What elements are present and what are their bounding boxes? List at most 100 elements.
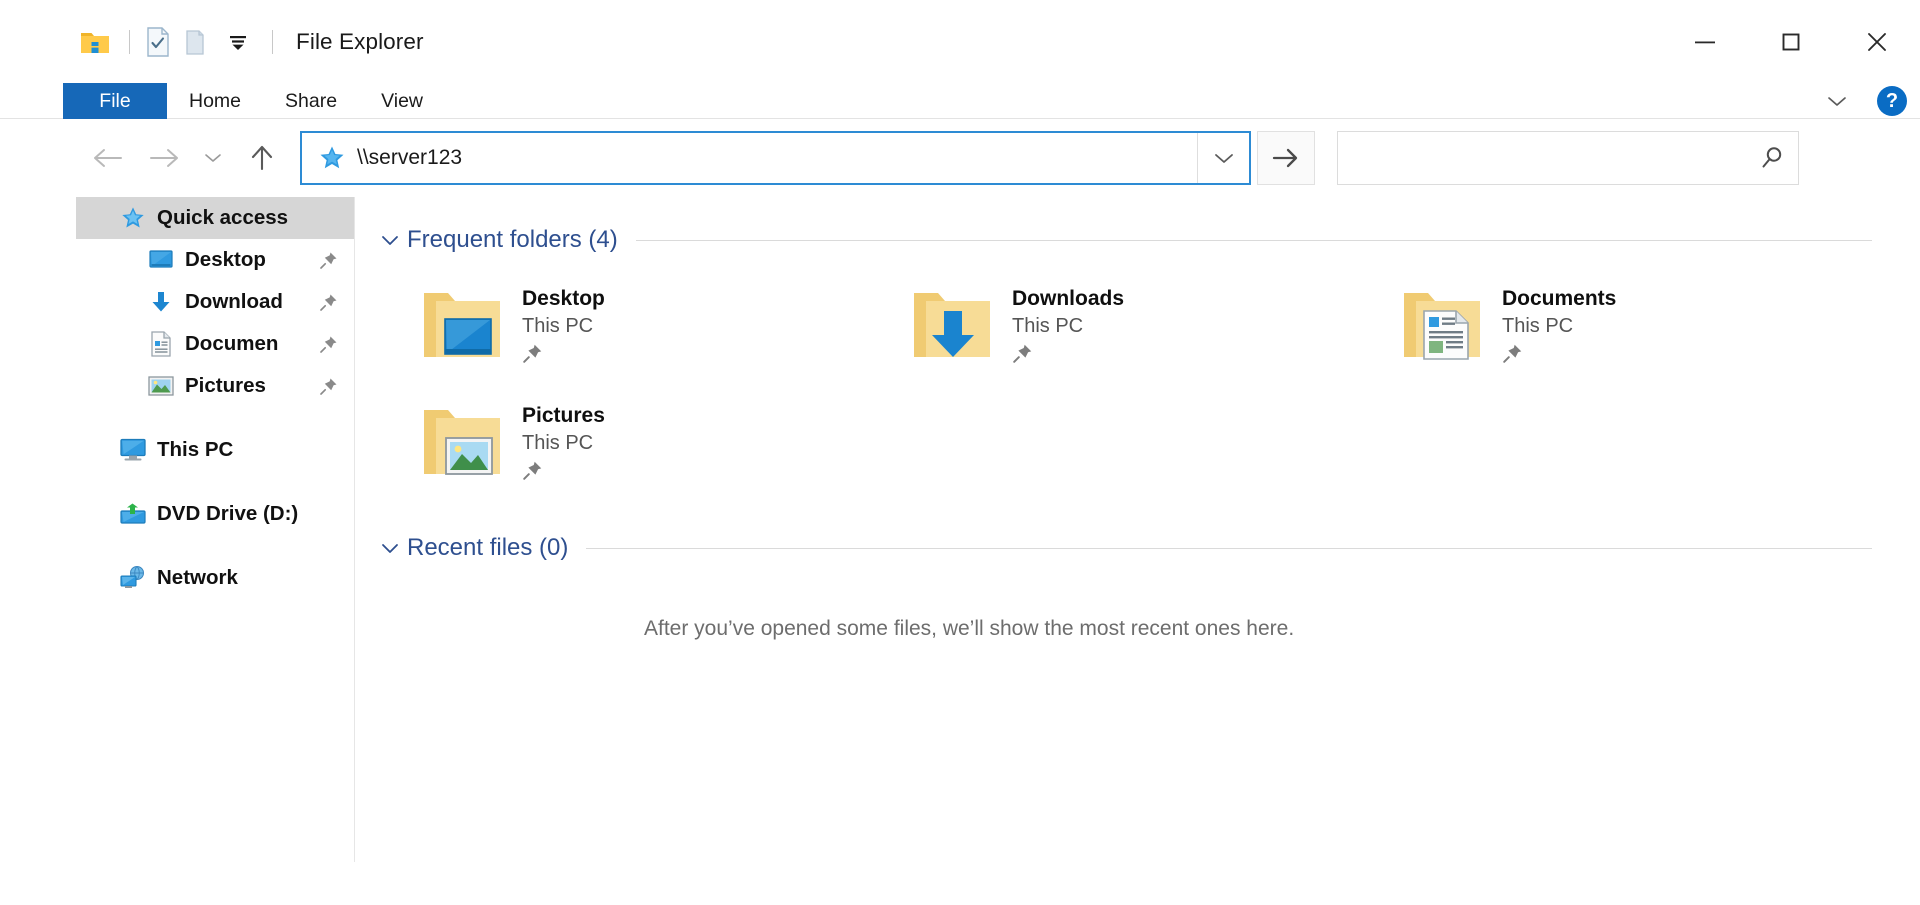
recent-files-title: Recent files (0) [407, 534, 569, 561]
content-pane: Frequent folders (4) Desktop This PC Dow… [356, 197, 1920, 862]
tab-view[interactable]: View [359, 83, 445, 119]
sidebar-item-this-pc[interactable]: This PC [76, 429, 354, 471]
sidebar-item-dvd-drive[interactable]: DVD Drive (D:) [76, 493, 354, 535]
pin-icon[interactable] [318, 249, 340, 271]
folder-tile-location: This PC [522, 315, 594, 337]
sidebar-item-label: Documen [185, 332, 279, 355]
help-button[interactable]: ? [1864, 83, 1920, 119]
sidebar-item-label: Quick access [157, 206, 289, 229]
folder-documents-icon [1394, 279, 1490, 371]
qat-separator-2 [272, 29, 273, 54]
sidebar-item-label: Desktop [185, 248, 266, 271]
pin-icon[interactable] [318, 291, 340, 313]
folder-tile-name: Documents [1502, 287, 1617, 310]
pin-icon[interactable] [318, 375, 340, 397]
frequent-folders-title: Frequent folders (4) [407, 226, 618, 253]
help-icon: ? [1877, 86, 1907, 116]
customize-qat-icon[interactable] [221, 25, 255, 59]
ribbon-tabs: File Home Share View [63, 83, 445, 119]
pin-icon[interactable] [522, 342, 544, 364]
back-button[interactable] [80, 130, 136, 186]
address-value: \\server123 [357, 146, 463, 169]
chevron-down-icon[interactable] [377, 227, 403, 253]
go-button[interactable] [1257, 131, 1315, 185]
minimize-button[interactable] [1662, 0, 1748, 83]
recent-files-empty-message: After you’ve opened some files, we’ll sh… [644, 617, 1295, 640]
address-dropdown-icon[interactable] [1197, 133, 1249, 183]
window-controls [1662, 0, 1920, 83]
section-divider [586, 547, 1872, 549]
folder-tile-text: Desktop This PC [522, 279, 605, 364]
this-pc-icon [118, 435, 148, 465]
pictures-icon [146, 371, 176, 401]
address-toolbar: \\server123 [0, 119, 1920, 197]
folder-tile-name: Downloads [1012, 287, 1125, 310]
pin-icon[interactable] [522, 459, 544, 481]
quick-access-toolbar: File Explorer [78, 0, 424, 83]
search-box[interactable] [1337, 131, 1799, 185]
tab-file[interactable]: File [63, 83, 167, 119]
file-explorer-window: File Explorer File Home Share View ? \\s… [0, 0, 1920, 905]
folder-tile-downloads[interactable]: Downloads This PC [904, 271, 1394, 388]
close-button[interactable] [1834, 0, 1920, 83]
sidebar-item-documents[interactable]: Documen [76, 323, 354, 365]
explorer-body: Quick access Desktop Download Documen Pi… [0, 197, 1920, 862]
folder-tile-name: Desktop [522, 287, 605, 310]
sidebar-item-label: Pictures [185, 374, 266, 397]
quick-access-star-icon [312, 144, 352, 172]
sidebar-item-download[interactable]: Download [76, 281, 354, 323]
folder-tile-location: This PC [522, 432, 594, 454]
pin-icon[interactable] [1012, 342, 1034, 364]
folder-tile-desktop[interactable]: Desktop This PC [414, 271, 904, 388]
properties-icon[interactable] [141, 25, 175, 59]
sidebar-gap-2 [76, 471, 354, 493]
window-title: File Explorer [296, 28, 424, 54]
sidebar-item-desktop[interactable]: Desktop [76, 239, 354, 281]
folder-tile-text: Pictures This PC [522, 396, 605, 481]
pin-icon[interactable] [318, 333, 340, 355]
documents-icon [146, 329, 176, 359]
folder-tile-name: Pictures [522, 404, 605, 427]
chevron-down-icon[interactable] [377, 535, 403, 561]
tab-share[interactable]: Share [263, 83, 359, 119]
folder-tile-location: This PC [1502, 315, 1574, 337]
forward-button[interactable] [136, 130, 192, 186]
sidebar-item-label: Network [157, 566, 238, 589]
folder-downloads-icon [904, 279, 1000, 371]
up-button[interactable] [234, 130, 290, 186]
ribbon-right-controls: ? [1810, 83, 1920, 119]
tab-home[interactable]: Home [167, 83, 263, 119]
folder-desktop-icon [414, 279, 510, 371]
section-divider [635, 239, 1872, 241]
pin-icon[interactable] [1502, 342, 1524, 364]
download-icon [146, 287, 176, 317]
network-icon [118, 563, 148, 593]
title-bar: File Explorer [0, 0, 1920, 83]
sidebar-gap-3 [76, 535, 354, 557]
maximize-button[interactable] [1748, 0, 1834, 83]
sidebar-item-quick-access[interactable]: Quick access [76, 197, 354, 239]
navigation-pane: Quick access Desktop Download Documen Pi… [76, 197, 355, 862]
qat-separator [129, 29, 130, 54]
folder-tile-text: Downloads This PC [1012, 279, 1124, 364]
folder-tile-location: This PC [1012, 315, 1084, 337]
star-icon [118, 203, 148, 233]
sidebar-item-label: DVD Drive (D:) [157, 502, 299, 525]
recent-files-header[interactable]: Recent files (0) [377, 529, 1920, 567]
sidebar-item-network[interactable]: Network [76, 557, 354, 599]
desktop-icon [146, 245, 176, 275]
folder-tile-text: Documents This PC [1502, 279, 1616, 364]
frequent-folders-header[interactable]: Frequent folders (4) [377, 221, 1920, 259]
new-folder-icon[interactable] [181, 25, 215, 59]
ribbon-tab-bar: File Home Share View ? [0, 83, 1920, 119]
sidebar-item-pictures[interactable]: Pictures [76, 365, 354, 407]
address-bar[interactable]: \\server123 [300, 131, 1251, 185]
search-icon[interactable] [1746, 132, 1798, 184]
folder-tile-documents[interactable]: Documents This PC [1394, 271, 1884, 388]
folder-tile-pictures[interactable]: Pictures This PC [414, 388, 904, 505]
frequent-folders-grid: Desktop This PC Downloads This PC Docume… [356, 271, 1920, 505]
recent-locations-button[interactable] [192, 130, 234, 186]
chevron-down-icon[interactable] [1810, 83, 1864, 119]
explorer-app-icon[interactable] [78, 25, 112, 59]
